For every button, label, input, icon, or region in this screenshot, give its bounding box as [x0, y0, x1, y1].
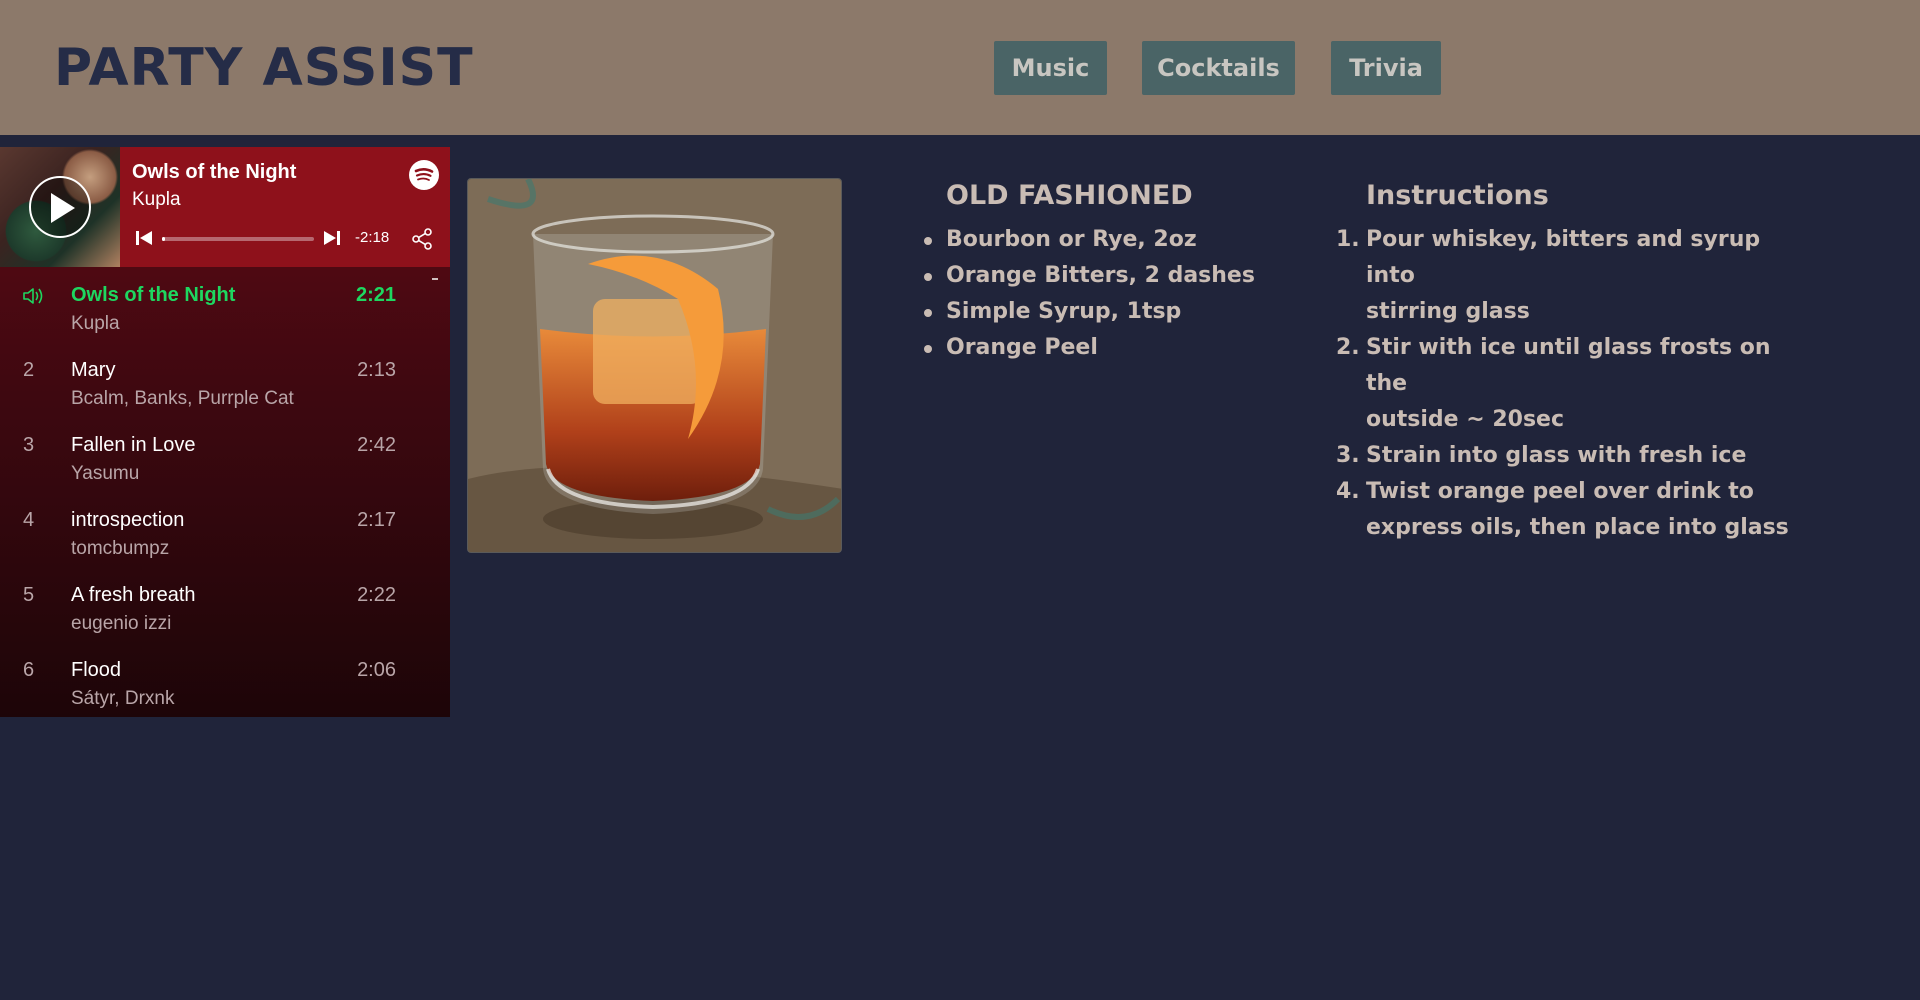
spotify-player: Owls of the Night Kupla -2:18 Owls of th… [0, 147, 450, 717]
track-row[interactable]: 5 A fresh breath eugenio izzi 2:22 [0, 576, 420, 651]
step-line: Twist orange peel over drink to [1366, 479, 1754, 504]
play-icon [51, 193, 75, 223]
track-row[interactable]: 6 Flood Sátyr, Drxnk 2:06 [0, 651, 420, 717]
speaker-icon [22, 286, 46, 310]
track-duration: 2:22 [357, 584, 396, 606]
ingredient-list: Bourbon or Rye, 2oz Orange Bitters, 2 da… [924, 222, 1286, 366]
ingredient-item: Orange Peel [924, 330, 1286, 366]
step-number: 3. [1336, 443, 1360, 468]
track-title: introspection [71, 509, 185, 531]
previous-track-icon[interactable] [135, 229, 153, 247]
cocktail-photo [467, 178, 842, 553]
site-header: PARTY ASSIST Music Cocktails Trivia [0, 0, 1920, 135]
ingredient-item: Simple Syrup, 1tsp [924, 294, 1286, 330]
track-artist: eugenio izzi [71, 613, 172, 634]
instruction-step: 4. Twist orange peel over drink to expre… [1336, 474, 1806, 546]
step-line: Strain into glass with fresh ice [1366, 443, 1747, 468]
track-number: 5 [23, 584, 35, 606]
track-duration: 2:17 [357, 509, 396, 531]
track-number: 4 [23, 509, 35, 531]
track-number: 6 [23, 659, 35, 681]
next-track-icon[interactable] [323, 229, 341, 247]
spotify-icon[interactable] [409, 160, 439, 190]
step-number: 4. [1336, 479, 1360, 504]
instruction-step: 3. Strain into glass with fresh ice [1336, 438, 1806, 474]
step-number: 1. [1336, 227, 1360, 252]
track-duration: 2:13 [357, 359, 396, 381]
track-artist: Sátyr, Drxnk [71, 688, 175, 709]
ingredient-item: Bourbon or Rye, 2oz [924, 222, 1286, 258]
track-artist: tomcbumpz [71, 538, 170, 559]
track-row[interactable]: 2 Mary Bcalm, Banks, Purrple Cat 2:13 [0, 351, 420, 426]
track-number: 2 [23, 359, 35, 381]
play-button[interactable] [29, 176, 91, 238]
track-title: Owls of the Night [71, 284, 236, 306]
track-row[interactable]: 3 Fallen in Love Yasumu 2:42 [0, 426, 420, 501]
track-artist: Yasumu [71, 463, 140, 484]
step-line: Stir with ice until glass frosts on the [1366, 335, 1771, 396]
step-line: stirring glass [1366, 299, 1530, 324]
track-artist: Kupla [71, 313, 120, 334]
now-playing-bar: Owls of the Night Kupla -2:18 [0, 147, 450, 267]
track-title: A fresh breath [71, 584, 196, 606]
step-line: outside ~ 20sec [1366, 407, 1565, 432]
track-title: Fallen in Love [71, 434, 196, 456]
step-line: Pour whiskey, bitters and syrup into [1366, 227, 1761, 288]
step-line: express oils, then place into glass [1366, 515, 1789, 540]
track-row[interactable]: Owls of the Night Kupla 2:21 [0, 276, 420, 351]
now-playing-title: Owls of the Night [132, 161, 297, 183]
instructions-heading: Instructions [1366, 180, 1549, 211]
progress-fill [162, 237, 165, 241]
ingredient-item: Orange Bitters, 2 dashes [924, 258, 1286, 294]
nav-cocktails-button[interactable]: Cocktails [1142, 41, 1295, 95]
instruction-step: 2. Stir with ice until glass frosts on t… [1336, 330, 1806, 438]
track-duration: 2:06 [357, 659, 396, 681]
tracklist-scrollbar[interactable] [432, 278, 438, 280]
track-duration: 2:42 [357, 434, 396, 456]
track-title: Mary [71, 359, 116, 381]
share-icon[interactable] [410, 227, 434, 251]
nav-music-button[interactable]: Music [994, 41, 1107, 95]
site-logo: PARTY ASSIST [54, 38, 474, 98]
instruction-step: 1. Pour whiskey, bitters and syrup into … [1336, 222, 1806, 330]
cocktail-name: OLD FASHIONED [946, 180, 1193, 211]
nav-trivia-button[interactable]: Trivia [1331, 41, 1441, 95]
track-artist: Bcalm, Banks, Purrple Cat [71, 388, 294, 409]
track-title: Flood [71, 659, 122, 681]
track-row[interactable]: 4 introspection tomcbumpz 2:17 [0, 501, 420, 576]
progress-bar[interactable] [162, 237, 314, 241]
track-duration: 2:21 [355, 284, 396, 306]
step-number: 2. [1336, 335, 1360, 360]
track-number: 3 [23, 434, 35, 456]
time-remaining: -2:18 [355, 229, 390, 246]
now-playing-artist: Kupla [132, 189, 181, 210]
instruction-list: 1. Pour whiskey, bitters and syrup into … [1336, 222, 1806, 546]
